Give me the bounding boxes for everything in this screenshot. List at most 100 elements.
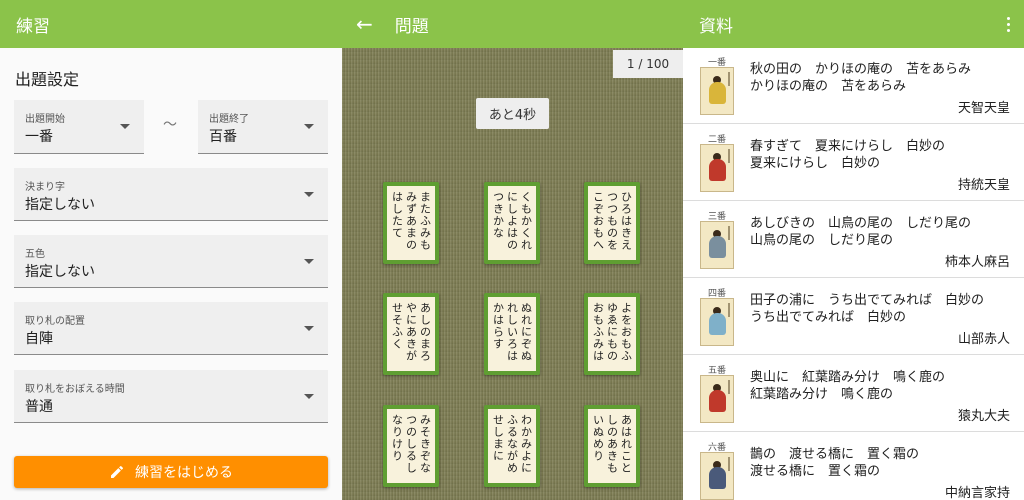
- question-counter: 1 / 100: [613, 50, 683, 78]
- poem-list-item[interactable]: 三番 あしびきの 山鳥の尾の しだり尾の 山鳥の尾の しだり尾の 柿本人麻呂: [683, 202, 1024, 278]
- dropdown-arrow-icon: [304, 326, 314, 331]
- start-practice-button[interactable]: 練習をはじめる: [14, 456, 328, 488]
- card-face: ひろはきえ つつものを こぞおもへ: [588, 186, 636, 260]
- card-face: みそきぞな つのしるし なりけり: [387, 409, 435, 483]
- poem-list-item[interactable]: 四番 田子の浦に うち出でてみれば 白妙の うち出でてみれば 白妙の 山部赤人: [683, 279, 1024, 355]
- card-face: あはれこと しのあきも いぬめり: [588, 409, 636, 483]
- card-layout-label: 取り札の配置: [25, 316, 85, 327]
- card-text-column: かはらす: [491, 302, 505, 350]
- poem-list-item[interactable]: 五番 奥山に 紅葉踏み分け 鳴く鹿の 紅葉踏み分け 鳴く鹿の 猿丸大夫: [683, 356, 1024, 432]
- card-text-column: あはれこと: [619, 414, 633, 474]
- range-start-select[interactable]: 出題開始 一番: [14, 100, 144, 154]
- countdown-timer: あと4秒: [476, 98, 549, 129]
- dropdown-arrow-icon: [304, 259, 314, 264]
- card-text-column: やにあきが: [404, 302, 418, 362]
- torifuda-card[interactable]: よをおもふ ゆゑにもの おもふみは: [584, 293, 640, 375]
- materials-screen: 資料 一番 秋の田の かりほの庵の 苫をあらみ かりほの庵の 苫をあらみ 天智天皇 二番…: [683, 0, 1024, 500]
- card-text-column: しのあきも: [605, 414, 619, 474]
- poem-author: 中納言家持: [944, 486, 1010, 500]
- card-face: わかみよに ふるながめ せしまに: [488, 409, 536, 483]
- poem-list-item[interactable]: 二番 春すぎて 夏来にけらし 白妙の 夏来にけらし 白妙の 持統天皇: [683, 125, 1024, 201]
- card-text-column: ぬれにぞぬ: [519, 302, 533, 362]
- back-arrow-icon[interactable]: ←: [356, 12, 373, 36]
- screen-title: 問題: [394, 16, 429, 37]
- card-face: またふみも みずあまの はしたて: [387, 186, 435, 260]
- card-text-column: あしのまろ: [418, 302, 432, 362]
- poet-portrait: [700, 67, 734, 115]
- torifuda-card[interactable]: ぬれにぞぬ れしいろは かはらす: [484, 293, 540, 375]
- poem-author: 柿本人麻呂: [944, 255, 1010, 270]
- range-end-label: 出題終了: [209, 114, 249, 125]
- poem-second-line: 渡せる橋に 置く霜の: [750, 464, 881, 479]
- app-bar: ← 問題: [342, 0, 683, 48]
- card-text-column: またふみも: [418, 191, 432, 251]
- poem-author: 猿丸大夫: [957, 409, 1010, 424]
- card-text-column: せそふく: [390, 302, 404, 350]
- app-bar: 練習: [0, 0, 342, 48]
- torifuda-card[interactable]: またふみも みずあまの はしたて: [383, 182, 439, 264]
- poem-second-line: 夏来にけらし 白妙の: [750, 156, 881, 171]
- torifuda-card[interactable]: あしのまろ やにあきが せそふく: [383, 293, 439, 375]
- goshiki-label: 五色: [25, 249, 45, 260]
- poem-author: 山部赤人: [957, 332, 1010, 347]
- card-layout-value: 自陣: [25, 331, 53, 347]
- section-title: 出題設定: [15, 70, 80, 89]
- screen-title: 練習: [16, 16, 50, 37]
- card-text-column: つつものを: [605, 191, 619, 251]
- more-menu-icon[interactable]: [1007, 16, 1010, 32]
- card-text-column: おもふみは: [591, 302, 605, 362]
- poem-second-line: 山鳥の尾の しだり尾の: [750, 233, 894, 248]
- dropdown-arrow-icon: [304, 124, 314, 129]
- card-text-column: いぬめり: [591, 414, 605, 462]
- poem-second-line: 紅葉踏み分け 鳴く鹿の: [750, 387, 894, 402]
- poem-author: 天智天皇: [957, 101, 1010, 116]
- torifuda-card[interactable]: くもかくれ にしよはの つきかな: [484, 182, 540, 264]
- poet-portrait: [700, 375, 734, 423]
- card-text-column: はしたて: [390, 191, 404, 239]
- card-text-column: ひろはきえ: [619, 191, 633, 251]
- torifuda-card[interactable]: あはれこと しのあきも いぬめり: [584, 405, 640, 487]
- card-text-column: みずあまの: [404, 191, 418, 251]
- poem-list-item[interactable]: 六番 鵲の 渡せる橋に 置く霜の 渡せる橋に 置く霜の 中納言家持: [683, 433, 1024, 500]
- card-layout-select[interactable]: 取り札の配置 自陣: [14, 302, 328, 355]
- screen-title: 資料: [699, 16, 733, 37]
- kimariji-value: 指定しない: [25, 197, 95, 213]
- range-separator: ～: [163, 117, 177, 133]
- card-text-column: つきかな: [491, 191, 505, 239]
- range-start-label: 出題開始: [25, 114, 65, 125]
- range-end-select[interactable]: 出題終了 百番: [198, 100, 328, 154]
- dropdown-arrow-icon: [120, 124, 130, 129]
- memorize-time-select[interactable]: 取り札をおぼえる時間 普通: [14, 370, 328, 423]
- card-text-column: こぞおもへ: [591, 191, 605, 251]
- card-text-column: せしまに: [491, 414, 505, 462]
- torifuda-card[interactable]: みそきぞな つのしるし なりけり: [383, 405, 439, 487]
- practice-screen: 練習 出題設定 出題開始 一番 ～ 出題終了 百番 決まり字 指定しない 五色 …: [0, 0, 342, 500]
- start-practice-label: 練習をはじめる: [135, 465, 233, 481]
- goshiki-select[interactable]: 五色 指定しない: [14, 235, 328, 288]
- poem-list-item[interactable]: 一番 秋の田の かりほの庵の 苫をあらみ かりほの庵の 苫をあらみ 天智天皇: [683, 48, 1024, 124]
- card-text-column: ふるながめ: [505, 414, 519, 474]
- card-text-column: つのしるし: [404, 414, 418, 474]
- question-screen: ← 問題 1 / 100 あと4秒 またふみも みずあまの はしたて くもかくれ にしよ…: [342, 0, 683, 500]
- poet-portrait: [700, 452, 734, 500]
- card-face: よをおもふ ゆゑにもの おもふみは: [588, 297, 636, 371]
- pencil-icon: [111, 465, 124, 478]
- poem-second-line: かりほの庵の 苫をあらみ: [750, 79, 907, 94]
- poem-author: 持統天皇: [957, 178, 1010, 193]
- card-face: ぬれにぞぬ れしいろは かはらす: [488, 297, 536, 371]
- memorize-time-label: 取り札をおぼえる時間: [25, 384, 125, 395]
- card-text-column: くもかくれ: [519, 191, 533, 251]
- dropdown-arrow-icon: [304, 394, 314, 399]
- kimariji-label: 決まり字: [25, 182, 65, 193]
- card-text-column: なりけり: [390, 414, 404, 462]
- card-text-column: にしよはの: [505, 191, 519, 251]
- card-face: あしのまろ やにあきが せそふく: [387, 297, 435, 371]
- card-face: くもかくれ にしよはの つきかな: [488, 186, 536, 260]
- memorize-time-value: 普通: [25, 399, 53, 415]
- kimariji-select[interactable]: 決まり字 指定しない: [14, 168, 328, 221]
- torifuda-card[interactable]: わかみよに ふるながめ せしまに: [484, 405, 540, 487]
- goshiki-value: 指定しない: [25, 264, 95, 280]
- poem-second-line: うち出でてみれば 白妙の: [750, 310, 907, 325]
- torifuda-card[interactable]: ひろはきえ つつものを こぞおもへ: [584, 182, 640, 264]
- range-start-value: 一番: [25, 129, 53, 145]
